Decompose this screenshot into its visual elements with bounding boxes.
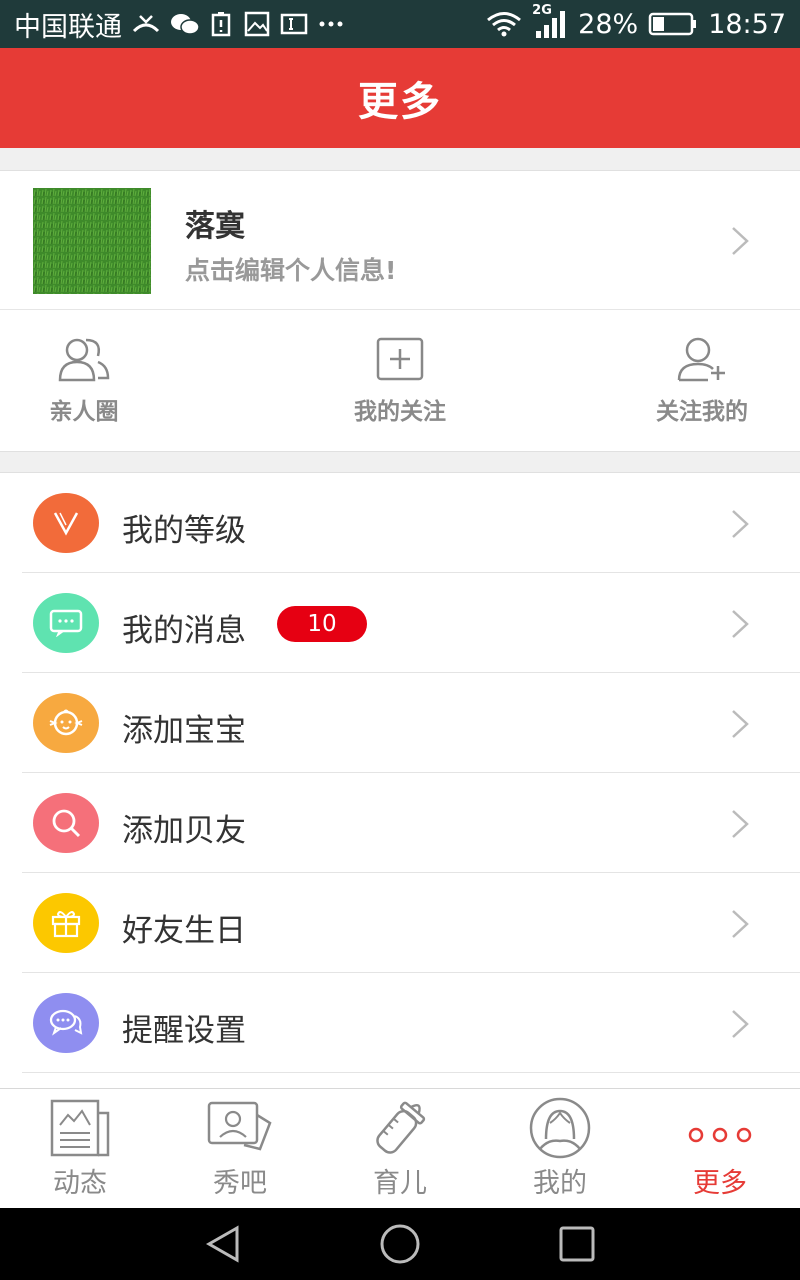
header-bar: 更多 xyxy=(0,48,800,148)
menu-list: 我的等级 我的消息 10 添加宝宝 添加贝友 好友生日 提醒设置 xyxy=(0,472,800,1092)
more-dots-icon xyxy=(688,1127,752,1143)
shortcut-my-follows[interactable]: 我的关注 xyxy=(320,310,480,452)
level-v-icon xyxy=(33,493,99,553)
menu-item-add-friend[interactable]: 添加贝友 xyxy=(0,773,800,873)
profile-edit-hint: 点击编辑个人信息! xyxy=(185,256,397,285)
wifi-icon xyxy=(486,11,522,37)
sim-icon xyxy=(280,13,308,35)
chevron-right-icon xyxy=(732,710,749,738)
profile-card[interactable]: 落寞 点击编辑个人信息! xyxy=(0,170,800,310)
user-circle-icon xyxy=(529,1097,591,1159)
tab-label: 我的 xyxy=(533,1168,587,1199)
battery-alert-icon xyxy=(210,11,234,37)
portrait-icon xyxy=(207,1101,272,1151)
shortcut-label: 亲人圈 xyxy=(49,399,119,425)
menu-item-level[interactable]: 我的等级 xyxy=(0,473,800,573)
menu-label: 添加贝友 xyxy=(122,813,246,849)
chevron-right-icon xyxy=(732,227,749,255)
page-title: 更多 xyxy=(358,79,442,125)
tab-mine[interactable]: 我的 xyxy=(480,1089,640,1209)
back-button[interactable] xyxy=(198,1222,248,1266)
tab-label: 动态 xyxy=(53,1168,107,1199)
menu-label: 我的等级 xyxy=(122,513,246,549)
menu-label: 提醒设置 xyxy=(122,1013,246,1049)
screen: 中国联通 2G 28% 18:57 更多 落寞 点击编辑个人信息! 亲人圈 我的… xyxy=(0,0,800,1280)
menu-item-add-baby[interactable]: 添加宝宝 xyxy=(0,673,800,773)
back-triangle-icon xyxy=(205,1225,239,1263)
shortcut-label: 我的关注 xyxy=(354,399,446,425)
battery-icon xyxy=(648,12,698,36)
tab-news[interactable]: 动态 xyxy=(0,1089,160,1209)
menu-label: 好友生日 xyxy=(122,913,246,949)
shortcut-label: 关注我的 xyxy=(656,399,748,425)
missed-call-icon xyxy=(132,13,160,35)
carrier-label: 中国联通 xyxy=(14,11,122,43)
chat-bubbles-icon xyxy=(33,993,99,1053)
avatar xyxy=(33,188,151,294)
message-icon xyxy=(33,593,99,653)
wechat-icon xyxy=(170,12,200,36)
menu-item-friend-birthday[interactable]: 好友生日 xyxy=(0,873,800,973)
clock: 18:57 xyxy=(708,8,786,40)
shortcut-followers[interactable]: 关注我的 xyxy=(622,310,782,452)
image-icon xyxy=(244,11,270,37)
add-user-icon xyxy=(677,337,725,382)
chevron-right-icon xyxy=(732,510,749,538)
more-icon xyxy=(318,19,344,29)
unread-badge: 10 xyxy=(277,606,367,642)
tab-label: 育儿 xyxy=(373,1168,427,1199)
bottom-tab-bar: 动态 秀吧 育儿 我的 更多 xyxy=(0,1088,800,1208)
recents-button[interactable] xyxy=(552,1222,602,1266)
status-bar: 中国联通 2G 28% 18:57 xyxy=(0,0,800,48)
tab-label: 秀吧 xyxy=(213,1168,267,1199)
chevron-right-icon xyxy=(732,1010,749,1038)
battery-percent: 28% xyxy=(578,8,639,40)
tab-more[interactable]: 更多 xyxy=(640,1089,800,1209)
home-circle-icon xyxy=(380,1224,420,1264)
system-nav-bar xyxy=(0,1208,800,1280)
chevron-right-icon xyxy=(732,810,749,838)
menu-item-messages[interactable]: 我的消息 10 xyxy=(0,573,800,673)
menu-item-reminder-settings[interactable]: 提醒设置 xyxy=(0,973,800,1073)
signal-icon: 2G xyxy=(532,3,568,39)
family-circle-icon xyxy=(58,338,110,382)
chevron-right-icon xyxy=(732,910,749,938)
tab-label: 更多 xyxy=(693,1168,747,1199)
gift-icon xyxy=(33,893,99,953)
shortcut-row: 亲人圈 我的关注 关注我的 xyxy=(0,310,800,452)
menu-label: 我的消息 xyxy=(122,613,246,649)
add-square-icon xyxy=(376,337,424,381)
recents-square-icon xyxy=(559,1226,595,1262)
shortcut-family-circle[interactable]: 亲人圈 xyxy=(4,310,164,452)
network-label: 2G xyxy=(532,3,552,18)
menu-label: 添加宝宝 xyxy=(122,713,246,749)
profile-name: 落寞 xyxy=(185,209,245,244)
tab-parenting[interactable]: 育儿 xyxy=(320,1089,480,1209)
search-friend-icon xyxy=(33,793,99,853)
tab-show[interactable]: 秀吧 xyxy=(160,1089,320,1209)
baby-bottle-icon xyxy=(376,1101,426,1154)
chevron-right-icon xyxy=(732,610,749,638)
divider xyxy=(22,1072,800,1073)
home-button[interactable] xyxy=(375,1222,425,1266)
baby-icon xyxy=(33,693,99,753)
news-icon xyxy=(50,1099,110,1157)
